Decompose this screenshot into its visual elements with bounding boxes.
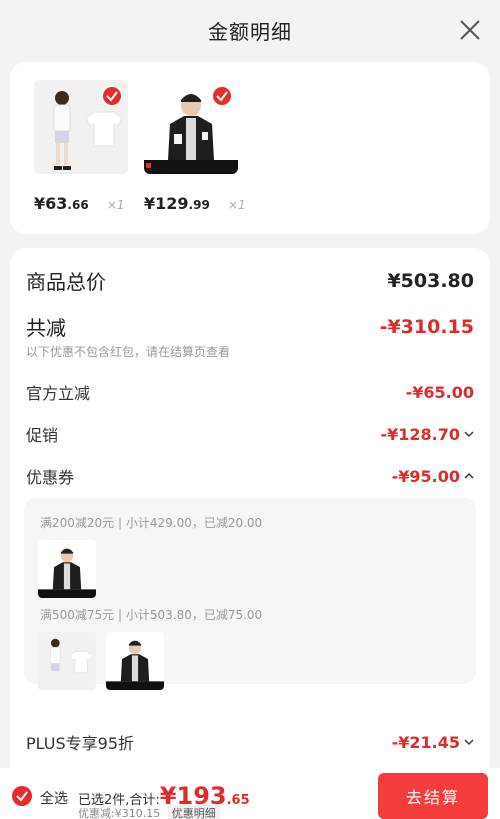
coupon-breakdown: 满200减20元 | 小计429.00，已减20.00 满500减75元 | 小… — [24, 498, 476, 690]
product-price-row: ¥129.99 ×1 — [144, 194, 294, 213]
coupon-product-thumb — [106, 632, 164, 690]
product-thumbnail — [34, 80, 128, 174]
product-item-2[interactable]: ¥129.99 ×1 — [144, 80, 246, 213]
discount-hint: 以下优惠不包含红包，请在结算页查看 — [26, 345, 231, 359]
checkout-bar: 全选 已选2件,合计:¥193.65 优惠减:¥310.15 优惠明细 去结算 — [0, 768, 500, 819]
price-detail-card: 商品总价 ¥503.80 共减 -¥310.15 以下优惠不包含红包，请在结算页… — [10, 248, 490, 768]
plus-discount-value-wrap[interactable]: -¥21.45 — [392, 733, 474, 752]
product-price: ¥129.99 — [144, 194, 210, 213]
product-qty: ×1 — [106, 198, 125, 212]
selected-check-icon[interactable] — [101, 85, 123, 107]
promo-value: -¥128.70 — [380, 424, 460, 444]
product-qty: ×1 — [227, 198, 246, 212]
saved-amount: 优惠减:¥310.15 — [78, 807, 161, 819]
coupon-label: 优惠券 — [26, 468, 75, 487]
discount-row: 共减 -¥310.15 — [26, 312, 474, 341]
product-image-jacket — [38, 540, 96, 598]
product-image-tshirt — [38, 632, 96, 690]
discount-label: 共减 — [26, 316, 66, 340]
product-image-jacket — [106, 632, 164, 690]
coupon-rule-2: 满500减75元 | 小计503.80，已减75.00 — [40, 608, 263, 622]
coupon-product-thumb — [38, 632, 96, 690]
discount-detail-link[interactable]: 优惠明细 — [167, 805, 220, 819]
official-discount-value: -¥65.00 — [405, 382, 474, 402]
plus-discount-label: PLUS专享95折 — [26, 734, 134, 753]
coupon-value: -¥95.00 — [391, 466, 460, 486]
plus-discount-value: -¥21.45 — [391, 732, 460, 752]
product-item-1[interactable]: ¥63.66 ×1 — [34, 80, 128, 213]
products-card: ¥63.66 ×1 ¥129.99 ×1 — [10, 62, 490, 234]
chevron-down-icon[interactable] — [464, 429, 474, 439]
saved-summary: 优惠减:¥310.15 优惠明细 — [78, 805, 220, 819]
promo-label: 促销 — [26, 426, 59, 445]
total-value: ¥503.80 — [387, 269, 474, 292]
plus-discount-row[interactable]: PLUS专享95折 -¥21.45 — [26, 730, 474, 754]
coupon-value-wrap[interactable]: -¥95.00 — [392, 467, 474, 486]
product-thumbnail — [144, 80, 238, 174]
header: 金额明细 — [0, 0, 500, 60]
coupon-rule-1: 满200减20元 | 小计429.00，已减20.00 — [40, 516, 263, 530]
total-row: 商品总价 ¥503.80 — [26, 266, 474, 295]
select-all-label[interactable]: 全选 — [40, 788, 68, 808]
coupon-row[interactable]: 优惠券 -¥95.00 — [26, 464, 474, 488]
official-discount-label: 官方立减 — [26, 384, 91, 403]
page-title: 金额明细 — [208, 20, 292, 44]
official-discount-row: 官方立减 -¥65.00 — [26, 380, 474, 404]
close-icon[interactable] — [458, 18, 482, 42]
promo-row[interactable]: 促销 -¥128.70 — [26, 422, 474, 446]
selected-check-icon[interactable] — [211, 85, 233, 107]
checkout-button[interactable]: 去结算 — [378, 773, 488, 819]
chevron-down-icon[interactable] — [464, 737, 474, 747]
total-label: 商品总价 — [26, 270, 106, 294]
promo-value-wrap[interactable]: -¥128.70 — [380, 425, 474, 444]
discount-value: -¥310.15 — [379, 315, 474, 338]
coupon-product-thumb — [38, 540, 96, 598]
select-all-check-icon[interactable] — [12, 786, 32, 806]
product-price: ¥63.66 — [34, 194, 89, 213]
chevron-up-icon[interactable] — [464, 471, 474, 481]
